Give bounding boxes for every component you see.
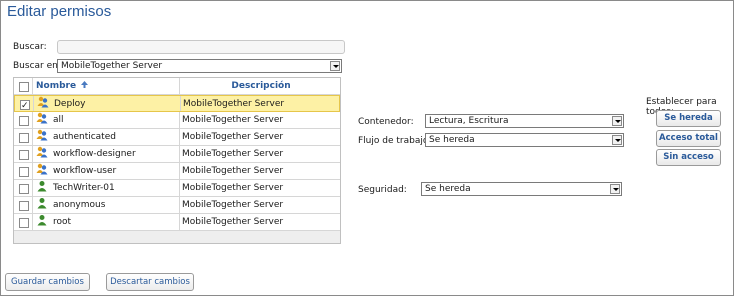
- select-all-checkbox[interactable]: [19, 82, 29, 92]
- chevron-down-icon[interactable]: [612, 116, 622, 126]
- search-input[interactable]: [57, 40, 345, 54]
- group-icon: [36, 112, 48, 124]
- column-header-name-label: Nombre: [36, 81, 77, 91]
- container-select[interactable]: Lectura, Escritura: [425, 114, 624, 128]
- table-header: Nombre Descripción: [14, 78, 340, 95]
- row-checkbox[interactable]: [19, 184, 29, 194]
- page-title: Editar permisos: [7, 3, 112, 20]
- row-checkbox-cell: [14, 163, 33, 179]
- row-name: TechWriter-01: [53, 183, 115, 193]
- table-row[interactable]: authenticated MobileTogether Server: [14, 129, 340, 146]
- table-row[interactable]: workflow-user MobileTogether Server: [14, 163, 340, 180]
- search-in-value: MobileTogether Server: [61, 61, 163, 71]
- row-name: Deploy: [54, 99, 86, 109]
- user-icon: [36, 214, 48, 226]
- search-in-select[interactable]: MobileTogether Server: [57, 59, 342, 73]
- row-name: authenticated: [53, 132, 116, 142]
- table-row[interactable]: Deploy MobileTogether Server: [14, 95, 340, 112]
- row-name: root: [53, 217, 72, 227]
- row-name-cell: anonymous: [33, 197, 180, 213]
- row-description-cell: MobileTogether Server: [182, 183, 284, 193]
- column-header-name[interactable]: Nombre: [33, 78, 180, 94]
- row-description-cell: MobileTogether Server: [182, 166, 284, 176]
- row-name-cell: all: [33, 112, 180, 128]
- row-name-cell: Deploy: [34, 96, 181, 111]
- workflow-select[interactable]: Se hereda: [425, 133, 624, 147]
- set-all-full-access-button[interactable]: Acceso total: [656, 130, 721, 147]
- table-row[interactable]: anonymous MobileTogether Server: [14, 197, 340, 214]
- sort-asc-icon: [81, 81, 89, 88]
- discard-changes-button[interactable]: Descartar cambios: [106, 273, 194, 291]
- row-checkbox-cell: [14, 197, 33, 213]
- chevron-down-icon[interactable]: [330, 61, 340, 71]
- row-name: workflow-designer: [53, 149, 136, 159]
- search-in-label: Buscar en:: [13, 61, 61, 71]
- row-name-cell: TechWriter-01: [33, 180, 180, 196]
- security-label: Seguridad:: [358, 185, 407, 195]
- container-value: Lectura, Escritura: [429, 116, 509, 126]
- row-name: workflow-user: [53, 166, 117, 176]
- set-all-inherit-button[interactable]: Se hereda: [656, 110, 721, 127]
- table-row[interactable]: workflow-designer MobileTogether Server: [14, 146, 340, 163]
- row-checkbox-cell: [15, 96, 34, 111]
- header-checkbox-cell: [14, 78, 33, 94]
- row-checkbox-cell: [14, 214, 33, 230]
- row-name: all: [53, 115, 64, 125]
- set-all-no-access-button[interactable]: Sin acceso: [656, 149, 721, 166]
- user-icon: [36, 197, 48, 209]
- row-checkbox[interactable]: [20, 98, 30, 111]
- row-name: anonymous: [53, 200, 106, 210]
- row-name-cell: workflow-designer: [33, 146, 180, 162]
- save-changes-button[interactable]: Guardar cambios: [5, 273, 90, 291]
- column-header-description[interactable]: Descripción: [180, 78, 340, 94]
- row-checkbox[interactable]: [19, 150, 29, 160]
- group-icon: [36, 163, 48, 175]
- row-description-cell: MobileTogether Server: [182, 200, 284, 210]
- row-checkbox[interactable]: [19, 133, 29, 143]
- security-select[interactable]: Se hereda: [421, 182, 622, 196]
- row-name-cell: workflow-user: [33, 163, 180, 179]
- container-label: Contenedor:: [358, 117, 414, 127]
- row-checkbox[interactable]: [19, 167, 29, 177]
- row-checkbox[interactable]: [19, 218, 29, 228]
- user-icon: [36, 180, 48, 192]
- row-description-cell: MobileTogether Server: [182, 149, 284, 159]
- table-row[interactable]: root MobileTogether Server: [14, 214, 340, 231]
- permissions-table: Nombre Descripción Deploy MobileTogether …: [13, 77, 341, 244]
- chevron-down-icon[interactable]: [612, 135, 622, 145]
- row-description-cell: MobileTogether Server: [182, 132, 284, 142]
- row-name-cell: root: [33, 214, 180, 230]
- group-icon: [36, 129, 48, 141]
- workflow-label: Flujo de trabajo:: [358, 136, 432, 146]
- row-checkbox-cell: [14, 112, 33, 128]
- workflow-value: Se hereda: [429, 135, 475, 145]
- group-icon: [36, 146, 48, 158]
- row-checkbox[interactable]: [19, 116, 29, 126]
- table-row[interactable]: TechWriter-01 MobileTogether Server: [14, 180, 340, 197]
- row-description-cell: MobileTogether Server: [182, 217, 284, 227]
- row-checkbox-cell: [14, 129, 33, 145]
- row-description-cell: MobileTogether Server: [183, 99, 285, 109]
- row-checkbox[interactable]: [19, 201, 29, 211]
- row-checkbox-cell: [14, 180, 33, 196]
- row-name-cell: authenticated: [33, 129, 180, 145]
- row-checkbox-cell: [14, 146, 33, 162]
- chevron-down-icon[interactable]: [610, 184, 620, 194]
- group-icon: [37, 96, 49, 108]
- row-description-cell: MobileTogether Server: [182, 115, 284, 125]
- search-label: Buscar:: [13, 42, 47, 52]
- table-row[interactable]: all MobileTogether Server: [14, 112, 340, 129]
- security-value: Se hereda: [425, 184, 471, 194]
